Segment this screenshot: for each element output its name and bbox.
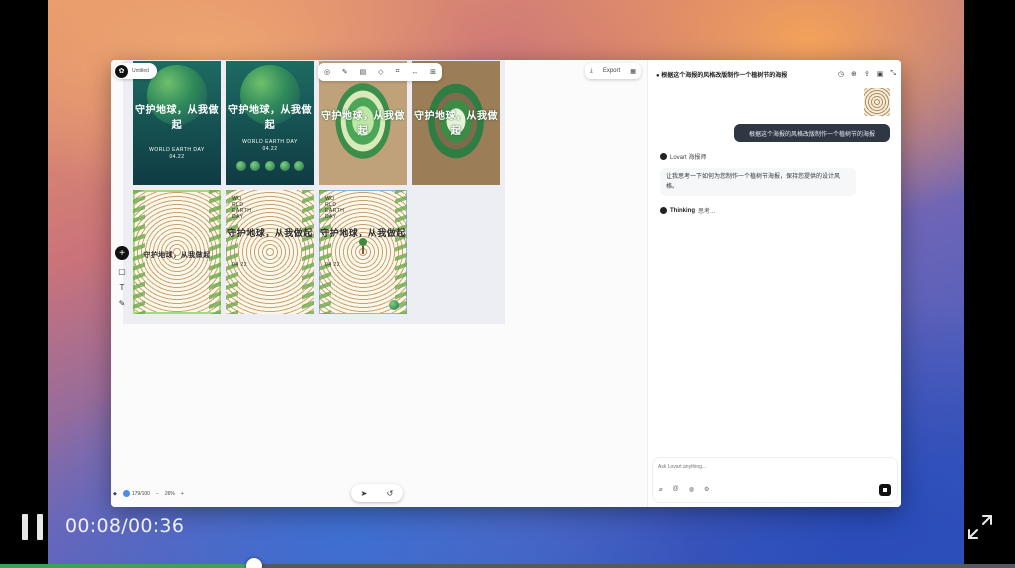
layers-icon[interactable]: ▤: [360, 68, 367, 76]
agent-avatar: [660, 207, 667, 214]
poster-subtitle: WORLD EARTH DAY: [149, 147, 205, 153]
image-edit-toolbar: ◎ ✎ ▤ ◇ ⌗ ↔ ⊞: [318, 63, 442, 81]
poster-side-text: WO RLD EARTH DAY: [325, 196, 345, 220]
download-icon[interactable]: ⤓: [590, 68, 593, 75]
doc-title[interactable]: Untitled: [132, 68, 149, 74]
share-icon[interactable]: ⇪: [864, 70, 870, 78]
attach-icon[interactable]: ⌀: [659, 486, 663, 493]
poster-date: 04.22: [169, 154, 185, 160]
settings-icon[interactable]: ⚙: [704, 486, 709, 493]
agent-label: Lovart 海报师: [660, 152, 706, 161]
agent-avatar: [660, 153, 667, 160]
agent-message: 让我思考一下如何为您制作一个植树节海报，保持您提供的设计风格。: [660, 168, 856, 196]
poster-thumbnail[interactable]: WO RLD EARTH DAY 守护地球，从我做起 04 22: [226, 190, 314, 314]
zoom-in-icon[interactable]: +: [181, 491, 184, 497]
fullscreen-icon[interactable]: [966, 513, 994, 541]
eraser-icon[interactable]: ◇: [378, 68, 383, 76]
poster-thumbnail-selected[interactable]: WO RLD EARTH DAY 守护地球，从我做起 04 22: [319, 190, 407, 314]
chat-header: ● 根据这个海报的风格改版制作一个植树节的海报 ◷ ⊕ ⇪ ▣ ⤡: [656, 68, 896, 80]
collapse-icon[interactable]: ⤡: [890, 70, 896, 78]
poster-date: 04 22: [325, 262, 341, 268]
poster-date: 04.22: [262, 146, 278, 152]
chat-input[interactable]: [658, 464, 858, 470]
artboard[interactable]: 守护地球，从我做起 WORLD EARTH DAY 04.22 守护地球，从我做…: [123, 60, 505, 324]
logo-icon: ✿: [115, 64, 128, 78]
input-tools: ⌀ @ ◍ ⚙: [659, 486, 709, 493]
bottom-status-bar: ◆ 179/100 − 26% +: [113, 490, 184, 497]
poster-title: 守护地球，从我做起: [321, 111, 405, 137]
earth-icon: [389, 300, 399, 310]
chat-input-box: ⌀ @ ◍ ⚙: [652, 457, 898, 503]
globe-icon[interactable]: ◍: [689, 486, 694, 493]
zoom-level[interactable]: 26%: [165, 491, 175, 497]
progress-bar[interactable]: [0, 558, 1015, 568]
plus-icon[interactable]: +: [115, 246, 129, 260]
chat-title: ● 根据这个海报的风格改版制作一个植树节的海报: [656, 72, 788, 79]
text-tool-icon[interactable]: T: [120, 283, 125, 292]
thinking-text: 思考...: [698, 209, 716, 215]
design-canvas[interactable]: 守护地球，从我做起 WORLD EARTH DAY 04.22 守护地球，从我做…: [111, 60, 647, 507]
upscale-icon[interactable]: ⊞: [430, 68, 436, 76]
attached-image-thumbnail[interactable]: [864, 88, 890, 116]
tool-sidebar: + ▢ T ✎: [114, 246, 130, 308]
poster-thumbnail[interactable]: 守护地球，从我做起: [133, 190, 221, 314]
app-window: 守护地球，从我做起 WORLD EARTH DAY 04.22 守护地球，从我做…: [111, 60, 901, 507]
earth-icon: [294, 161, 304, 171]
logo-menu[interactable]: ✿ Untitled: [113, 63, 157, 79]
mention-icon[interactable]: @: [673, 486, 679, 493]
crop-icon[interactable]: ⌗: [395, 68, 399, 76]
user-message: 根据这个海报的风格改版制作一个植树节的海报: [734, 124, 890, 142]
progress-knob[interactable]: [245, 558, 262, 568]
poster-thumbnail[interactable]: 守护地球，从我做起 WORLD EARTH DAY 04.22: [226, 61, 314, 185]
earth-icon: [280, 161, 290, 171]
layers-toggle-icon[interactable]: ◆: [113, 491, 117, 497]
save-icon[interactable]: ▣: [877, 70, 884, 78]
new-chat-icon[interactable]: ⊕: [851, 70, 857, 78]
thinking-label: Thinking: [670, 207, 695, 214]
credit-icon: [122, 490, 130, 497]
stop-icon[interactable]: [879, 484, 891, 496]
cursor-icon[interactable]: ➤: [361, 489, 368, 498]
earth-icon: [236, 161, 246, 171]
canvas-mode-toolbar: ➤ ↺: [351, 484, 403, 502]
pause-icon[interactable]: [22, 514, 44, 540]
thinking-indicator: Thinking 思考...: [660, 206, 715, 215]
poster-title: 守护地球，从我做起: [227, 228, 313, 238]
tree-icon: [359, 238, 367, 254]
poster-title: 守护地球，从我做起: [228, 105, 312, 131]
time-display: 00:08/00:36: [65, 515, 185, 537]
zoom-out-icon[interactable]: −: [156, 491, 159, 497]
earth-icon: [250, 161, 260, 171]
credits-badge[interactable]: 179/100: [122, 490, 150, 497]
progress-fill: [0, 564, 254, 568]
chat-panel: ● 根据这个海报的风格改版制作一个植树节的海报 ◷ ⊕ ⇪ ▣ ⤡ 根据这个海报…: [647, 60, 901, 507]
expand-icon[interactable]: ↔: [411, 69, 418, 76]
export-button[interactable]: Export: [603, 68, 620, 74]
earth-icon: [265, 161, 275, 171]
poster-title: 守护地球，从我做起: [135, 105, 219, 131]
poster-date: 04 22: [232, 262, 248, 268]
pen-icon[interactable]: ✎: [119, 299, 126, 308]
poster-title: 守护地球，从我做起: [414, 111, 498, 137]
frame-icon[interactable]: ▢: [118, 267, 126, 276]
leaf-border: [302, 190, 314, 314]
brush-icon[interactable]: ✎: [342, 68, 348, 76]
agent-name: Lovart 海报师: [670, 155, 707, 161]
history-icon[interactable]: ◷: [838, 70, 844, 78]
undo-icon[interactable]: ↺: [387, 489, 394, 498]
remove-bg-icon[interactable]: ◎: [324, 68, 330, 76]
poster-subtitle: WORLD EARTH DAY: [242, 139, 298, 145]
poster-thumbnail[interactable]: 守护地球，从我做起 WORLD EARTH DAY 04.22: [133, 61, 221, 185]
export-toolbar: ⤓ Export ▦: [585, 63, 641, 79]
poster-title: 守护地球，从我做起: [143, 252, 211, 259]
leaf-border: [395, 190, 407, 314]
poster-side-text: WO RLD EARTH DAY: [232, 196, 252, 220]
grid-icon[interactable]: ▦: [630, 68, 636, 75]
credits-count: 179/100: [131, 490, 150, 497]
